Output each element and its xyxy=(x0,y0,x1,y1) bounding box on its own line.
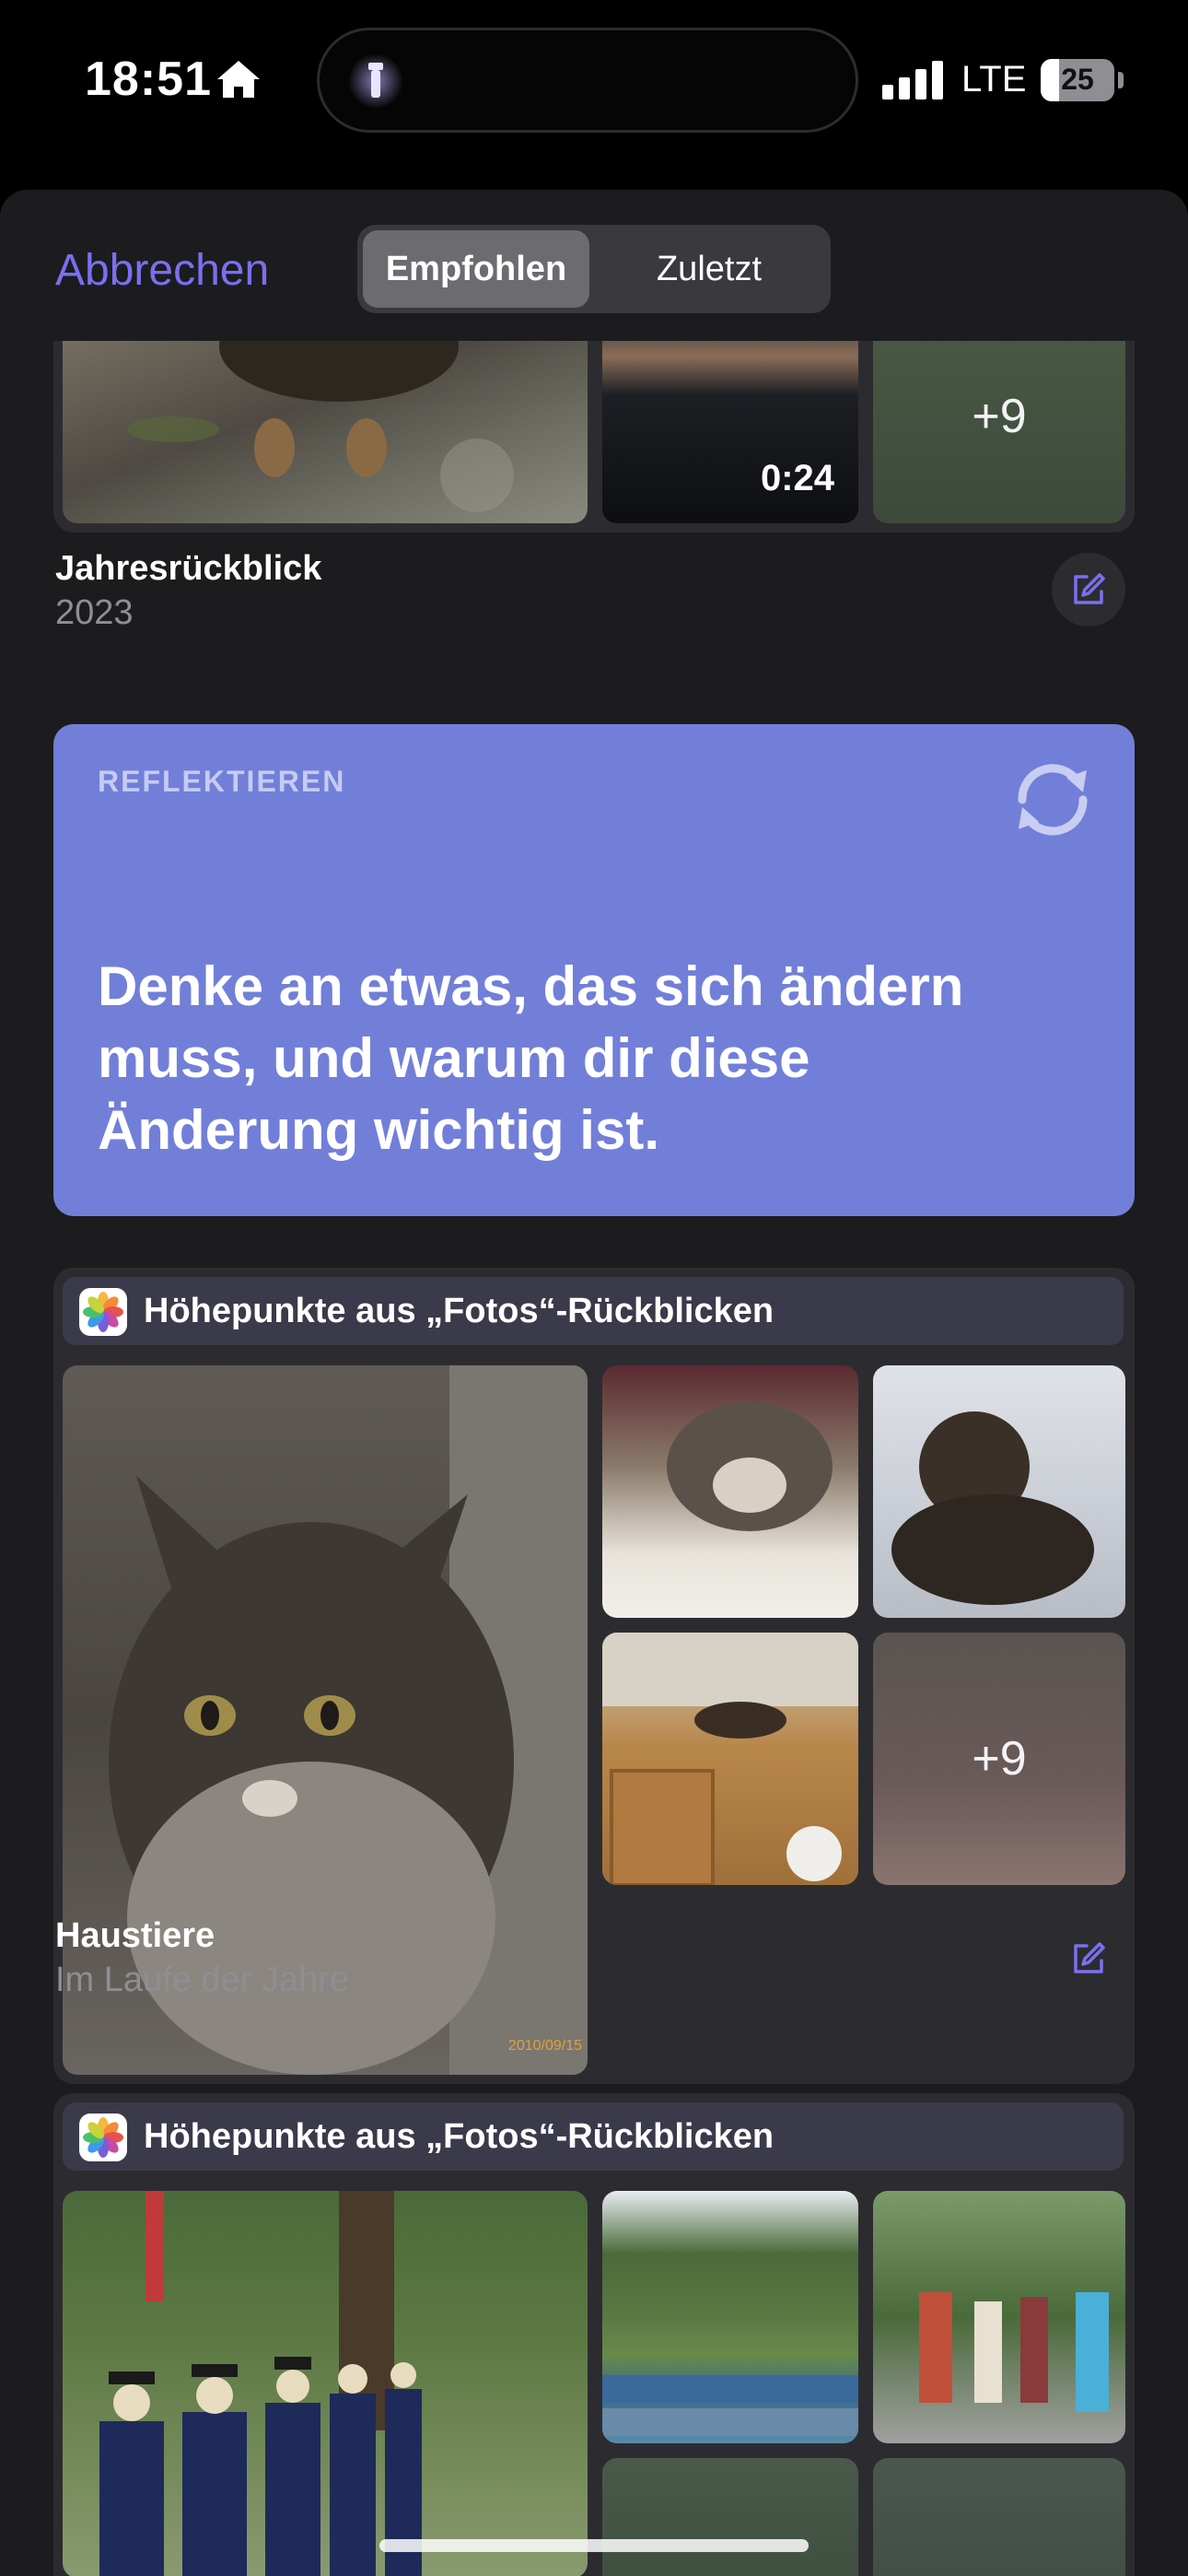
source-label-bar: Höhepunkte aus „Fotos“-Rückblicken xyxy=(63,2102,1124,2171)
photo-cat-blanket xyxy=(602,1365,858,1618)
photo-cat-bed xyxy=(873,1365,1125,1618)
battery-icon: 25 xyxy=(1041,59,1114,101)
flashlight-icon xyxy=(348,53,403,109)
dynamic-island[interactable] xyxy=(317,28,858,133)
photo-trees xyxy=(602,2458,858,2576)
compose-icon xyxy=(1074,573,1105,604)
video-sunset[interactable]: 0:24 xyxy=(602,310,858,523)
card-subtitle: 2023 xyxy=(55,593,134,632)
battery-cap xyxy=(1118,72,1124,88)
reflection-tag: REFLEKTIEREN xyxy=(98,765,346,798)
more-photos-tile[interactable]: +9 xyxy=(873,1633,1125,1885)
more-count: +9 xyxy=(972,1732,1027,1786)
video-duration: 0:24 xyxy=(760,458,834,498)
more-count: +9 xyxy=(972,390,1027,443)
card-title: Haustiere xyxy=(55,1916,215,1955)
more-photos-tile[interactable]: +9 xyxy=(873,2458,1125,2576)
source-label: Höhepunkte aus „Fotos“-Rückblicken xyxy=(144,2117,775,2156)
suggestions-sheet[interactable]: 0:24 +9 Abbrechen Empfohlen Zuletzt Jahr… xyxy=(0,190,1188,2576)
edit-button[interactable] xyxy=(1052,1922,1125,1996)
photo-date-stamp: 2010/09/15 xyxy=(507,2038,582,2054)
network-type: LTE xyxy=(961,59,1027,100)
cancel-button[interactable]: Abbrechen xyxy=(55,245,269,296)
segmented-control[interactable]: Empfohlen Zuletzt xyxy=(357,225,831,313)
card-title: Jahresrückblick xyxy=(55,549,322,588)
more-photos-tile[interactable]: +9 xyxy=(873,310,1125,523)
home-icon xyxy=(217,61,260,98)
compose-icon xyxy=(1074,1942,1105,1973)
refresh-icon[interactable] xyxy=(1002,755,1103,844)
photo-soldiers-parade xyxy=(63,2191,588,2576)
home-indicator[interactable] xyxy=(379,2539,809,2552)
battery-level: 25 xyxy=(1061,63,1094,96)
reflection-text: Denke an etwas, das sich ändern muss, un… xyxy=(98,955,964,1161)
clock: 18:51 xyxy=(85,53,212,106)
photo-pond xyxy=(602,2191,858,2443)
source-label: Höhepunkte aus „Fotos“-Rückblicken xyxy=(144,1292,775,1330)
photo-reenactors xyxy=(873,2191,1125,2443)
photo-dog xyxy=(63,310,588,523)
tab-recommended[interactable]: Empfohlen xyxy=(363,230,589,308)
reflection-prompt-card[interactable]: REFLEKTIEREN Denke an etwas, das sich än… xyxy=(53,724,1135,1216)
sheet-header: Abbrechen Empfohlen Zuletzt xyxy=(0,190,1188,341)
cellular-signal-icon xyxy=(882,61,943,100)
photos-app-icon xyxy=(79,1288,127,1336)
tab-recent[interactable]: Zuletzt xyxy=(593,230,825,308)
edit-button[interactable] xyxy=(1052,553,1125,626)
photos-app-icon xyxy=(79,2113,127,2161)
photo-cat-cabinet xyxy=(602,1633,858,1885)
card-subtitle: Im Laufe der Jahre xyxy=(55,1961,349,1999)
source-label-bar: Höhepunkte aus „Fotos“-Rückblicken xyxy=(63,1277,1124,1345)
status-bar: 18:51 LTE 25 xyxy=(0,0,1188,166)
